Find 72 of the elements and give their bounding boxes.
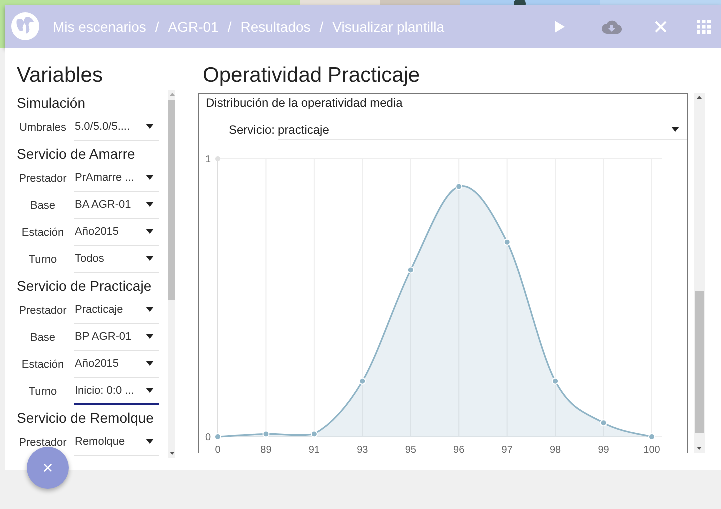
data-point xyxy=(407,266,414,274)
data-point xyxy=(504,238,511,246)
close-icon[interactable] xyxy=(655,20,667,32)
x-tick-label: 98 xyxy=(550,445,562,453)
dropdown-arrow-icon xyxy=(145,175,155,181)
section-heading: Simulación xyxy=(17,94,86,113)
select-field[interactable]: Remolque xyxy=(74,430,159,456)
select-field[interactable]: BA AGR-01 xyxy=(74,192,159,218)
field-label: Prestador xyxy=(18,172,68,184)
scrollbar[interactable] xyxy=(168,90,175,458)
select-field[interactable]: Año2015 xyxy=(74,352,159,378)
select-field[interactable]: Todos xyxy=(74,246,159,272)
dropdown-arrow-icon xyxy=(145,334,155,340)
data-point xyxy=(648,434,656,440)
x-tick-label: 0 xyxy=(215,445,221,453)
dropdown-arrow-icon xyxy=(145,388,155,394)
data-point xyxy=(600,420,608,427)
field-label: Estación xyxy=(20,226,66,238)
data-point xyxy=(262,430,270,438)
data-point xyxy=(456,183,463,190)
section-heading: Servicio de Practicaje xyxy=(17,277,153,296)
filter-label: Servicio: xyxy=(229,123,276,137)
dropdown-arrow-icon xyxy=(145,361,155,367)
field-label: Umbrales xyxy=(18,122,68,134)
data-point xyxy=(310,430,318,438)
dropdown-arrow-icon xyxy=(670,126,682,132)
apps-grid-icon[interactable] xyxy=(697,20,711,34)
x-tick-label: 89 xyxy=(260,445,272,453)
data-point xyxy=(552,378,560,385)
dropdown-arrow-icon xyxy=(145,229,155,235)
field-label: Turno xyxy=(28,254,58,266)
select-field[interactable]: Practicaje xyxy=(74,298,159,324)
field-label: Prestador xyxy=(18,304,68,316)
dropdown-arrow-icon xyxy=(145,307,155,313)
section-heading: Servicio de Remolque xyxy=(17,409,155,428)
field-label: Base xyxy=(29,200,57,212)
breadcrumb-separator: / xyxy=(228,18,232,34)
x-tick-label: 97 xyxy=(502,445,513,453)
select-field[interactable]: Inicio: 0:0 ... xyxy=(74,378,159,404)
breadcrumb-separator: / xyxy=(320,18,324,34)
globe-icon[interactable] xyxy=(11,12,40,41)
select-field[interactable]: 5.0/5.0/5.... xyxy=(74,114,159,140)
dropdown-arrow-icon xyxy=(145,124,155,130)
section-heading: Servicio de Amarre xyxy=(17,145,136,164)
x-tick-label: 91 xyxy=(308,445,320,453)
x-tick-label: 99 xyxy=(598,445,610,453)
y-tick-label: 0 xyxy=(205,432,211,444)
breadcrumb-separator: / xyxy=(155,18,160,34)
select-field[interactable]: Año2015 xyxy=(74,220,159,246)
cloud-download-icon[interactable] xyxy=(602,20,622,34)
select-field[interactable]: BP AGR-01 xyxy=(74,324,159,350)
chart-title: Distribución de la operatividad media xyxy=(206,96,404,110)
field-label: Base xyxy=(29,332,57,344)
data-point xyxy=(214,434,222,440)
dropdown-arrow-icon xyxy=(145,202,155,208)
field-label: Turno xyxy=(28,386,58,398)
y-tick-label: 1 xyxy=(205,154,211,166)
x-tick-label: 100 xyxy=(644,445,660,453)
select-field[interactable]: PrAmarre ... xyxy=(74,166,159,192)
service-select[interactable]: practicaje xyxy=(278,120,688,140)
data-point xyxy=(359,378,366,385)
field-label: Estación xyxy=(20,358,66,370)
field-label: Prestador xyxy=(18,436,68,448)
page-title: Operatividad Practicaje xyxy=(203,64,422,88)
x-tick-label: 95 xyxy=(405,445,416,453)
panel-title: Variables xyxy=(17,64,104,88)
dropdown-arrow-icon xyxy=(145,439,155,445)
x-tick-label: 93 xyxy=(357,445,368,453)
x-tick-label: 96 xyxy=(454,445,465,453)
scrollbar[interactable] xyxy=(694,93,705,453)
dropdown-arrow-icon xyxy=(145,256,155,262)
play-icon[interactable] xyxy=(555,20,565,32)
